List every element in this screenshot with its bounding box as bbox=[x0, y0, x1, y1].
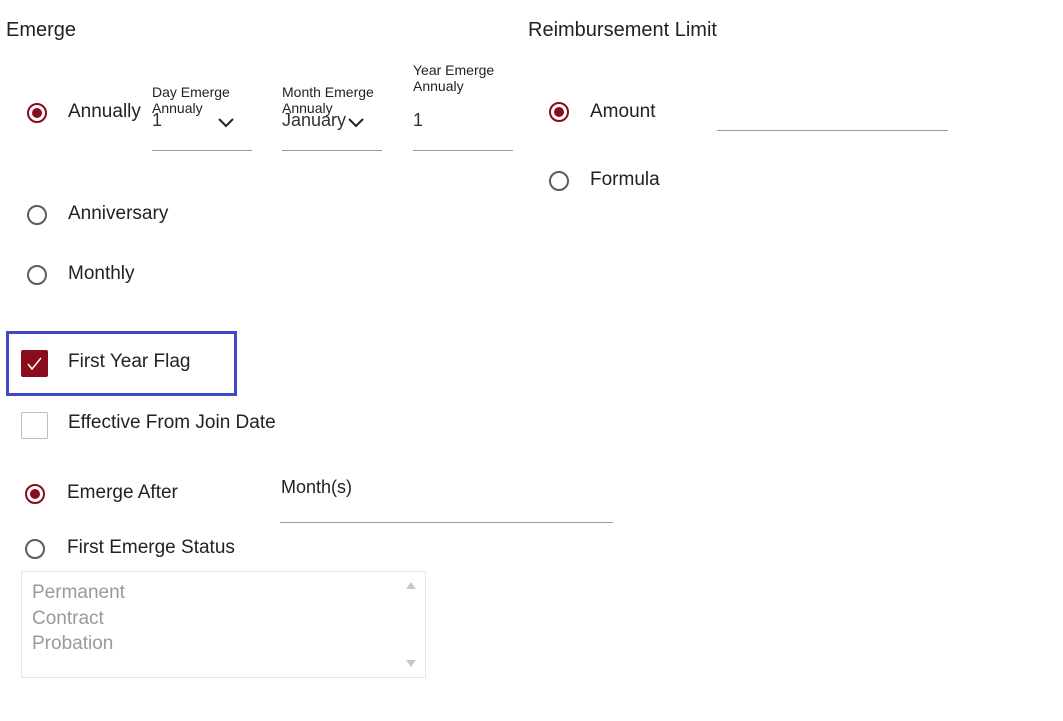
year-emerge-label: Year Emerge Annualy bbox=[413, 62, 495, 94]
day-emerge-label: Day Emerge Annualy bbox=[152, 84, 230, 116]
chevron-down-icon[interactable] bbox=[347, 117, 365, 129]
emerge-title: Emerge bbox=[6, 19, 77, 41]
emerge-after-radio[interactable] bbox=[25, 484, 45, 504]
year-emerge-underline bbox=[413, 150, 513, 151]
monthly-label: Monthly bbox=[68, 263, 135, 284]
anniversary-label: Anniversary bbox=[68, 203, 169, 224]
amount-underline bbox=[717, 130, 948, 131]
month-emerge-underline bbox=[282, 150, 382, 151]
status-option-probation[interactable]: Probation bbox=[22, 631, 125, 657]
effective-from-join-date-label: Effective From Join Date bbox=[68, 412, 276, 433]
months-input[interactable] bbox=[280, 470, 613, 522]
formula-radio[interactable] bbox=[549, 171, 569, 191]
amount-label: Amount bbox=[590, 101, 656, 122]
status-listbox[interactable]: Permanent Contract Probation bbox=[21, 571, 426, 678]
month-emerge-value[interactable]: January bbox=[282, 110, 346, 131]
scroll-up-icon[interactable] bbox=[406, 582, 416, 589]
reimbursement-limit-title: Reimbursement Limit bbox=[528, 19, 717, 41]
months-underline bbox=[280, 522, 613, 523]
first-emerge-status-radio[interactable] bbox=[25, 539, 45, 559]
effective-from-join-date-checkbox[interactable] bbox=[21, 412, 48, 439]
anniversary-radio[interactable] bbox=[27, 205, 47, 225]
year-emerge-input[interactable]: 1 bbox=[413, 110, 423, 131]
monthly-radio[interactable] bbox=[27, 265, 47, 285]
first-year-flag-checkbox[interactable] bbox=[21, 350, 48, 377]
amount-input[interactable] bbox=[717, 95, 948, 130]
chevron-down-icon[interactable] bbox=[217, 117, 235, 129]
formula-label: Formula bbox=[590, 169, 660, 190]
first-year-flag-label: First Year Flag bbox=[68, 351, 191, 372]
checkmark-icon bbox=[27, 357, 42, 371]
day-emerge-underline bbox=[152, 150, 252, 151]
first-emerge-status-label: First Emerge Status bbox=[67, 537, 235, 558]
status-option-permanent[interactable]: Permanent bbox=[22, 580, 125, 606]
scroll-down-icon[interactable] bbox=[406, 660, 416, 667]
annually-label: Annually bbox=[68, 101, 141, 122]
amount-radio[interactable] bbox=[549, 102, 569, 122]
day-emerge-value[interactable]: 1 bbox=[152, 110, 162, 131]
emerge-after-label: Emerge After bbox=[67, 482, 178, 503]
status-option-contract[interactable]: Contract bbox=[22, 606, 125, 632]
annually-radio[interactable] bbox=[27, 103, 47, 123]
